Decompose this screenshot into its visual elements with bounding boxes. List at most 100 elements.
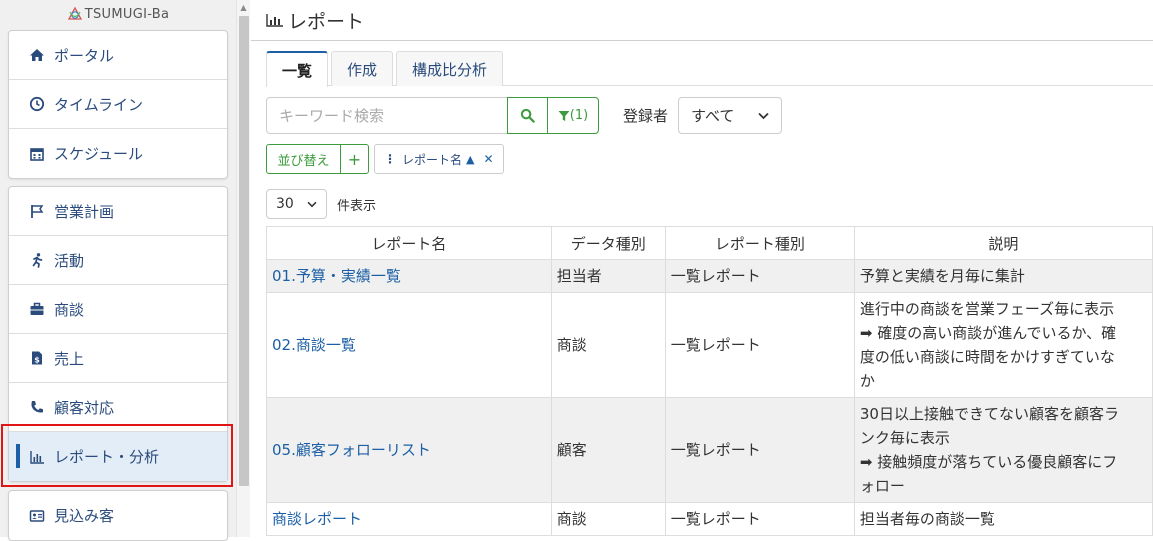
sidebar-item-customer-support[interactable]: 顧客対応 xyxy=(9,383,227,432)
scroll-up-icon[interactable]: ▲ xyxy=(237,0,250,14)
close-icon[interactable]: ✕ xyxy=(483,152,493,166)
data-type-cell: 商談 xyxy=(550,502,666,536)
sidebar-item-label: スケジュール xyxy=(54,145,143,163)
description-line: 予算と実績を月毎に集計 xyxy=(859,267,1025,285)
scrollbar-thumb[interactable] xyxy=(239,16,249,486)
chevron-down-icon xyxy=(758,112,769,119)
report-type-cell: 一覧レポート xyxy=(664,292,855,398)
sidebar-item-portal[interactable]: ポータル xyxy=(9,31,227,80)
description-line: 度の低い商談に時間をかけすぎていな xyxy=(859,348,1115,366)
report-name-cell[interactable]: 01.予算・実績一覧 xyxy=(266,259,552,293)
table-header-row: レポート名 データ種別 レポート種別 説明 xyxy=(266,226,1153,260)
report-table: レポート名 データ種別 レポート種別 説明 01.予算・実績一覧 担当者 一覧レ… xyxy=(266,226,1153,536)
sort-ascending-icon[interactable]: ▲ xyxy=(466,153,474,166)
page-header: レポート xyxy=(251,0,1153,41)
table-row[interactable]: 01.予算・実績一覧 担当者 一覧レポート 予算と実績を月毎に集計 xyxy=(266,259,1153,293)
report-name-cell[interactable]: 02.商談一覧 xyxy=(266,292,552,398)
clock-icon xyxy=(29,96,45,112)
svg-text:$: $ xyxy=(34,356,40,365)
report-name-cell[interactable]: 05.顧客フォローリスト xyxy=(266,397,552,503)
description-cell: 予算と実績を月毎に集計 xyxy=(853,259,1153,293)
description-line: ➡ 接触頻度が落ちている優良顧客にフ xyxy=(859,453,1118,471)
per-page-value: 30 xyxy=(276,196,294,212)
id-card-icon xyxy=(29,508,45,524)
report-link[interactable]: 商談レポート xyxy=(272,510,362,528)
sidebar-item-leads[interactable]: 見込み客 xyxy=(9,491,227,540)
col-header-data-type[interactable]: データ種別 xyxy=(550,226,666,260)
sidebar-item-sales-plan[interactable]: 営業計画 xyxy=(9,187,227,236)
report-type-cell: 一覧レポート xyxy=(664,259,855,293)
sidebar: TSUMUGI-Ba ポータル タイムライン スケジュール 営業計画 活動 商談 xyxy=(0,0,236,541)
search-input[interactable] xyxy=(266,97,508,134)
table-row[interactable]: 05.顧客フォローリスト 顧客 一覧レポート 30日以上接触できてない顧客を顧客… xyxy=(266,397,1153,503)
sidebar-item-label: タイムライン xyxy=(54,95,143,114)
registrant-value: すべて xyxy=(691,107,735,125)
report-link[interactable]: 02.商談一覧 xyxy=(272,336,356,354)
sidebar-item-label: 営業計画 xyxy=(54,202,115,221)
sidebar-item-label: 見込み客 xyxy=(54,507,115,525)
sidebar-item-label: 顧客対応 xyxy=(54,398,115,417)
sidebar-item-label: 売上 xyxy=(54,349,85,368)
description-cell: 担当者毎の商談一覧 xyxy=(853,502,1153,536)
tab-composition-analysis[interactable]: 構成比分析 xyxy=(396,51,504,86)
add-sort-button[interactable]: + xyxy=(340,144,369,174)
nav-group-main: ポータル タイムライン スケジュール xyxy=(8,30,228,179)
col-header-report-type[interactable]: レポート種別 xyxy=(664,226,855,260)
per-page-row: 30 件表示 xyxy=(266,189,376,219)
description-line: ンク毎に表示 xyxy=(859,429,950,447)
table-row[interactable]: 商談レポート 商談 一覧レポート 担当者毎の商談一覧 xyxy=(266,502,1153,536)
sort-button[interactable]: 並び替え xyxy=(266,144,341,174)
sidebar-item-reports[interactable]: レポート・分析 xyxy=(9,432,227,481)
tab-create[interactable]: 作成 xyxy=(331,51,394,86)
briefcase-icon xyxy=(29,301,45,317)
sort-bar: 並び替え + ⋮ レポート名 ▲ ✕ xyxy=(266,144,504,174)
data-type-cell: 顧客 xyxy=(550,397,666,503)
brand-name: TSUMUGI-Ba xyxy=(84,6,170,22)
report-name-cell[interactable]: 商談レポート xyxy=(266,502,552,536)
sidebar-item-activity[interactable]: 活動 xyxy=(9,236,227,285)
per-page-label: 件表示 xyxy=(337,198,377,214)
chart-icon xyxy=(265,11,285,29)
registrant-select[interactable]: すべて xyxy=(678,97,783,134)
sidebar-item-revenue[interactable]: $ 売上 xyxy=(9,334,227,383)
flag-icon xyxy=(29,203,45,219)
phone-icon xyxy=(29,399,45,415)
description-line: か xyxy=(859,372,875,390)
sidebar-scrollbar[interactable]: ▲ xyxy=(236,0,250,537)
sidebar-item-label: レポート・分析 xyxy=(54,448,160,466)
nav-group-sales: 営業計画 活動 商談 $ 売上 顧客対応 レポート・分析 xyxy=(8,186,228,482)
sidebar-item-label: 商談 xyxy=(54,300,85,319)
sidebar-item-schedule[interactable]: スケジュール xyxy=(9,129,227,178)
sidebar-item-deals[interactable]: 商談 xyxy=(9,285,227,334)
registrant-label: 登録者 xyxy=(623,107,669,125)
report-link[interactable]: 05.顧客フォローリスト xyxy=(272,441,431,459)
sort-chip[interactable]: ⋮ レポート名 ▲ ✕ xyxy=(374,144,504,174)
calendar-icon xyxy=(29,146,45,162)
invoice-icon: $ xyxy=(29,350,45,366)
per-page-select[interactable]: 30 xyxy=(266,189,327,219)
table-row[interactable]: 02.商談一覧 商談 一覧レポート 進行中の商談を営業フェーズ毎に表示 ➡ 確度… xyxy=(266,292,1153,398)
data-type-cell: 担当者 xyxy=(550,259,666,293)
brand[interactable]: TSUMUGI-Ba xyxy=(0,0,236,28)
sidebar-item-label: ポータル xyxy=(54,46,115,65)
filter-button[interactable]: (1) xyxy=(547,97,599,134)
col-header-report-name[interactable]: レポート名 xyxy=(266,226,552,260)
filter-count: (1) xyxy=(569,108,589,123)
data-type-cell: 商談 xyxy=(550,292,666,398)
description-line: 30日以上接触できてない顧客を顧客ラ xyxy=(859,405,1119,423)
description-line: 進行中の商談を営業フェーズ毎に表示 xyxy=(859,300,1115,318)
chevron-down-icon xyxy=(307,201,317,207)
search-button[interactable] xyxy=(507,97,548,134)
tab-list[interactable]: 一覧 xyxy=(266,51,329,87)
search-bar: (1) 登録者 すべて xyxy=(266,97,783,134)
description-cell: 進行中の商談を営業フェーズ毎に表示 ➡ 確度の高い商談が進んでいるか、確 度の低… xyxy=(853,292,1153,398)
col-header-description[interactable]: 説明 xyxy=(853,226,1153,260)
sort-chip-label: レポート名 xyxy=(402,152,463,167)
report-link[interactable]: 01.予算・実績一覧 xyxy=(272,267,401,285)
tab-bar: 一覧 作成 構成比分析 xyxy=(266,51,1153,87)
sidebar-item-timeline[interactable]: タイムライン xyxy=(9,80,227,129)
report-type-cell: 一覧レポート xyxy=(664,397,855,503)
description-line: ォロー xyxy=(859,477,905,495)
sidebar-item-label: 活動 xyxy=(54,251,85,270)
drag-handle-icon[interactable]: ⋮ xyxy=(384,152,396,166)
